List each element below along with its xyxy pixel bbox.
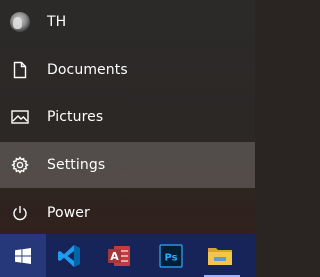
access-taskbar-button[interactable]: A xyxy=(96,234,142,277)
user-avatar-icon xyxy=(10,12,30,32)
document-icon xyxy=(10,60,30,80)
access-letter: A xyxy=(110,250,119,263)
power-label: Power xyxy=(47,205,90,221)
start-button[interactable] xyxy=(0,234,46,277)
photoshop-letters: Ps xyxy=(164,252,177,263)
gear-icon xyxy=(10,155,30,175)
vscode-taskbar-button[interactable] xyxy=(46,234,92,277)
user-account-item[interactable]: TH xyxy=(0,0,255,44)
taskbar: A Ps xyxy=(0,234,255,277)
start-menu-panel: TH Documents Pictures Settings Power xyxy=(0,0,255,234)
power-icon xyxy=(10,203,30,223)
windows-logo-icon xyxy=(15,247,31,264)
screen: TH Documents Pictures Settings Power A P… xyxy=(0,0,255,277)
photoshop-taskbar-button[interactable]: Ps xyxy=(148,234,194,277)
access-icon: A xyxy=(108,245,130,266)
file-explorer-taskbar-button[interactable] xyxy=(197,234,243,277)
settings-label: Settings xyxy=(47,157,106,173)
documents-label: Documents xyxy=(47,62,128,78)
photoshop-icon: Ps xyxy=(159,243,183,268)
documents-item[interactable]: Documents xyxy=(0,48,255,92)
user-name-label: TH xyxy=(47,14,67,30)
vscode-icon xyxy=(58,244,80,267)
pictures-item[interactable]: Pictures xyxy=(0,95,255,139)
settings-item[interactable]: Settings xyxy=(0,142,255,188)
folder-icon xyxy=(208,247,232,265)
pictures-icon xyxy=(10,107,30,127)
pictures-label: Pictures xyxy=(47,109,104,125)
power-item[interactable]: Power xyxy=(0,191,255,235)
